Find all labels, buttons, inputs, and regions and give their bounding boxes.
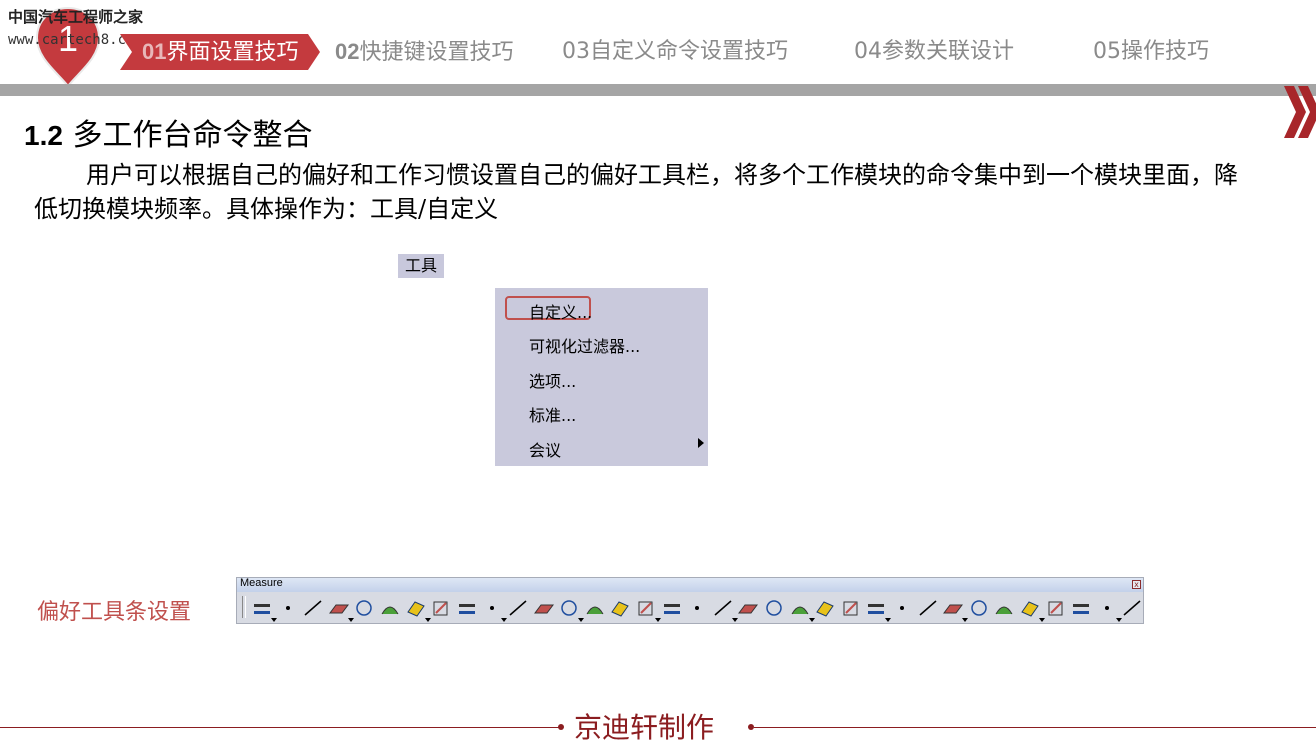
tab-label: 参数关联设计	[882, 39, 1015, 64]
globe-icon[interactable]	[1070, 598, 1092, 618]
header: 1 中国汽车工程师之家 www.cartech8.com 01界面设置技巧 02…	[0, 0, 1316, 96]
line-icon[interactable]	[302, 598, 324, 618]
section-title-text: 多工作台命令整合	[72, 118, 313, 153]
menu-item-visual-filter[interactable]: 可视化过滤器...	[529, 333, 640, 357]
tab-number: 04	[854, 39, 882, 64]
connect-icon[interactable]	[968, 598, 990, 618]
blend-icon[interactable]	[584, 598, 606, 618]
tab-custom-command-settings[interactable]: 03自定义命令设置技巧	[562, 34, 788, 70]
toolbar-close-button[interactable]: x	[1132, 580, 1141, 589]
split-icon[interactable]	[737, 598, 759, 618]
analysis-icon[interactable]	[993, 598, 1015, 618]
tab-label: 操作技巧	[1121, 39, 1210, 64]
toolbar-title: Measure	[240, 577, 283, 589]
menu-item-options[interactable]: 选项...	[529, 368, 576, 392]
menu-tools[interactable]: 工具	[398, 254, 444, 278]
tab-operation-tips[interactable]: 05操作技巧	[1093, 34, 1209, 70]
section-title-number: 1.2	[24, 120, 63, 151]
tab-label: 自定义命令设置技巧	[590, 39, 789, 64]
measure-toolbar: Measure x	[236, 577, 1144, 624]
section-title: 1.2 多工作台命令整合	[24, 110, 312, 154]
double-chevron-icon	[1284, 86, 1316, 138]
fillet-icon[interactable]	[814, 598, 836, 618]
scatter-icon[interactable]	[917, 598, 939, 618]
menu-item-conference[interactable]: 会议	[529, 437, 561, 461]
toolbar-titlebar[interactable]: Measure x	[237, 577, 1143, 592]
toolbar-grip[interactable]	[242, 596, 246, 618]
tab-shortcut-settings[interactable]: 02快捷键设置技巧	[335, 34, 514, 70]
tools-dropdown-menu: 自定义... 可视化过滤器... 选项... 标准... 会议	[495, 288, 708, 466]
revolve-icon[interactable]	[430, 598, 452, 618]
color-icon[interactable]	[1045, 598, 1067, 618]
texture-icon[interactable]	[1019, 598, 1045, 622]
loft-icon[interactable]	[533, 598, 555, 618]
pattern-icon[interactable]	[609, 598, 631, 618]
tab-parameter-design[interactable]: 04参数关联设计	[854, 34, 1014, 70]
tab-number: 02	[335, 39, 360, 64]
tab-number: 03	[562, 39, 590, 64]
join-icon[interactable]	[789, 598, 815, 622]
offset-icon[interactable]	[558, 598, 585, 622]
submenu-arrow-icon	[698, 438, 704, 448]
bottle-icon[interactable]	[1121, 598, 1143, 618]
tab-number: 05	[1093, 39, 1121, 64]
fill-icon[interactable]	[507, 598, 529, 618]
curve-icon[interactable]	[635, 598, 661, 622]
filter-icon[interactable]	[942, 598, 969, 622]
circle-icon[interactable]	[353, 598, 375, 618]
toolbar-caption: 偏好工具条设置	[37, 600, 192, 625]
spline-icon[interactable]	[686, 598, 708, 618]
extrude-icon[interactable]	[405, 598, 431, 622]
menu-item-customize[interactable]: 自定义...	[529, 299, 592, 323]
tab-interface-settings[interactable]: 01界面设置技巧	[120, 34, 320, 70]
3d-curve-icon[interactable]	[865, 598, 892, 622]
footer-credit: 京迪轩制作	[574, 711, 715, 744]
plane-icon[interactable]	[328, 598, 354, 622]
arc-icon[interactable]	[661, 598, 683, 618]
rectangle-icon[interactable]	[840, 598, 862, 618]
sketch-icon[interactable]	[379, 598, 401, 618]
footer-line-right	[754, 727, 1316, 728]
footer-dot-left	[558, 724, 564, 730]
tab-label: 界面设置技巧	[166, 40, 299, 65]
section-paragraph: 用户可以根据自己的偏好和工作习惯设置自己的偏好工具栏，将多个工作模块的命令集中到…	[34, 161, 1238, 223]
cube-icon[interactable]	[1096, 598, 1122, 622]
measure-between-icon[interactable]	[251, 598, 277, 622]
point-icon[interactable]	[277, 598, 299, 618]
tab-number: 01	[142, 39, 167, 64]
paint-icon[interactable]	[891, 598, 913, 618]
header-divider	[0, 84, 1316, 96]
menu-item-standards[interactable]: 标准...	[529, 402, 576, 426]
sketcher-icon[interactable]	[456, 598, 478, 618]
surface-icon[interactable]	[712, 598, 738, 622]
tab-label: 快捷键设置技巧	[359, 40, 514, 65]
sweep-icon[interactable]	[481, 598, 508, 622]
footer-line-left	[0, 727, 560, 728]
trim-icon[interactable]	[763, 598, 785, 618]
watermark-title: 中国汽车工程师之家	[8, 8, 144, 26]
